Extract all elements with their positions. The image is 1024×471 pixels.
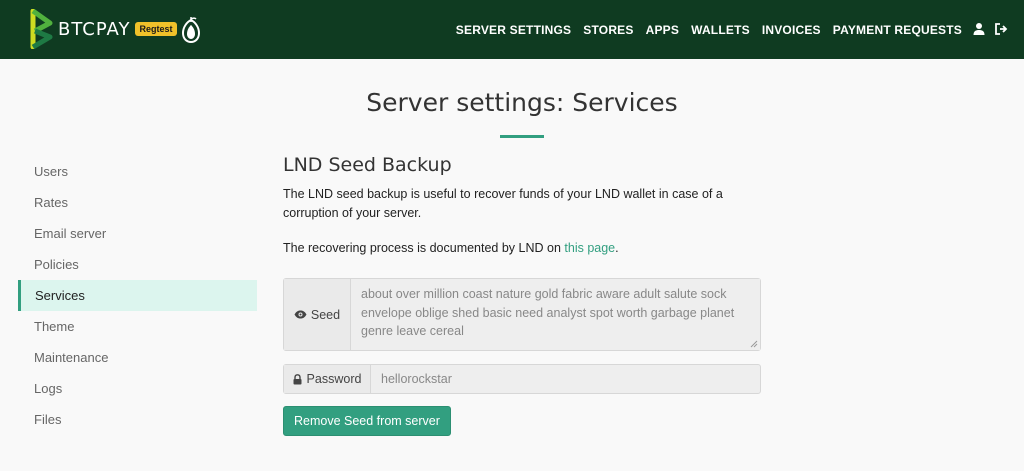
- logout-icon[interactable]: [994, 22, 1008, 36]
- remove-seed-button[interactable]: Remove Seed from server: [283, 406, 451, 436]
- seed-toggle[interactable]: Seed: [284, 279, 351, 350]
- nav-server-settings[interactable]: SERVER SETTINGS: [456, 23, 571, 37]
- sidebar-item-logs[interactable]: Logs: [18, 373, 257, 404]
- password-input-group: Password hellorockstar: [283, 364, 761, 394]
- seed-textarea[interactable]: about over million coast nature gold fab…: [351, 279, 760, 350]
- seed-label: Seed: [310, 307, 341, 322]
- sidebar-item-theme[interactable]: Theme: [18, 311, 257, 342]
- sidebar-item-users[interactable]: Users: [18, 156, 257, 187]
- password-field[interactable]: hellorockstar: [371, 365, 760, 393]
- network-badge: Regtest: [135, 22, 177, 36]
- brand-name: BTCPAY: [58, 18, 131, 40]
- sidebar-item-policies[interactable]: Policies: [18, 249, 257, 280]
- btcpay-logo-icon: [30, 9, 53, 49]
- top-navbar: BTCPAY Regtest SERVER SETTINGS STORES AP…: [0, 0, 1024, 59]
- settings-sidebar: Users Rates Email server Policies Servic…: [18, 156, 257, 435]
- sidebar-item-services[interactable]: Services: [18, 280, 257, 311]
- section-title: LND Seed Backup: [283, 154, 452, 176]
- recover-prefix: The recovering process is documented by …: [283, 241, 565, 255]
- brand[interactable]: BTCPAY Regtest: [30, 8, 177, 50]
- lock-icon: [293, 373, 302, 384]
- sidebar-item-files[interactable]: Files: [18, 404, 257, 435]
- sidebar-item-rates[interactable]: Rates: [18, 187, 257, 218]
- sidebar-item-maintenance[interactable]: Maintenance: [18, 342, 257, 373]
- resize-handle-icon[interactable]: [750, 340, 758, 348]
- password-label: Password: [306, 372, 362, 386]
- eye-icon: [294, 310, 307, 319]
- section-description: The LND seed backup is useful to recover…: [283, 187, 723, 220]
- nav-payment-requests[interactable]: PAYMENT REQUESTS: [833, 23, 962, 37]
- documentation-link[interactable]: this page: [564, 241, 615, 255]
- password-addon: Password: [284, 365, 371, 393]
- sidebar-item-email-server[interactable]: Email server: [18, 218, 257, 249]
- recover-note: The recovering process is documented by …: [283, 241, 761, 255]
- main-content: LND Seed Backup The LND seed backup is u…: [283, 154, 761, 436]
- page-title: Server settings: Services: [366, 88, 678, 117]
- recover-suffix: .: [615, 241, 619, 255]
- nav-stores[interactable]: STORES: [583, 23, 633, 37]
- nav-apps[interactable]: APPS: [646, 23, 679, 37]
- user-icon[interactable]: [972, 22, 986, 36]
- nav-wallets[interactable]: WALLETS: [691, 23, 750, 37]
- nav-invoices[interactable]: INVOICES: [762, 23, 821, 37]
- seed-input-group: Seed about over million coast nature gol…: [283, 278, 761, 351]
- tor-onion-icon[interactable]: [180, 16, 202, 44]
- main-nav: SERVER SETTINGS STORES APPS WALLETS INVO…: [444, 0, 962, 59]
- title-divider: [500, 135, 544, 138]
